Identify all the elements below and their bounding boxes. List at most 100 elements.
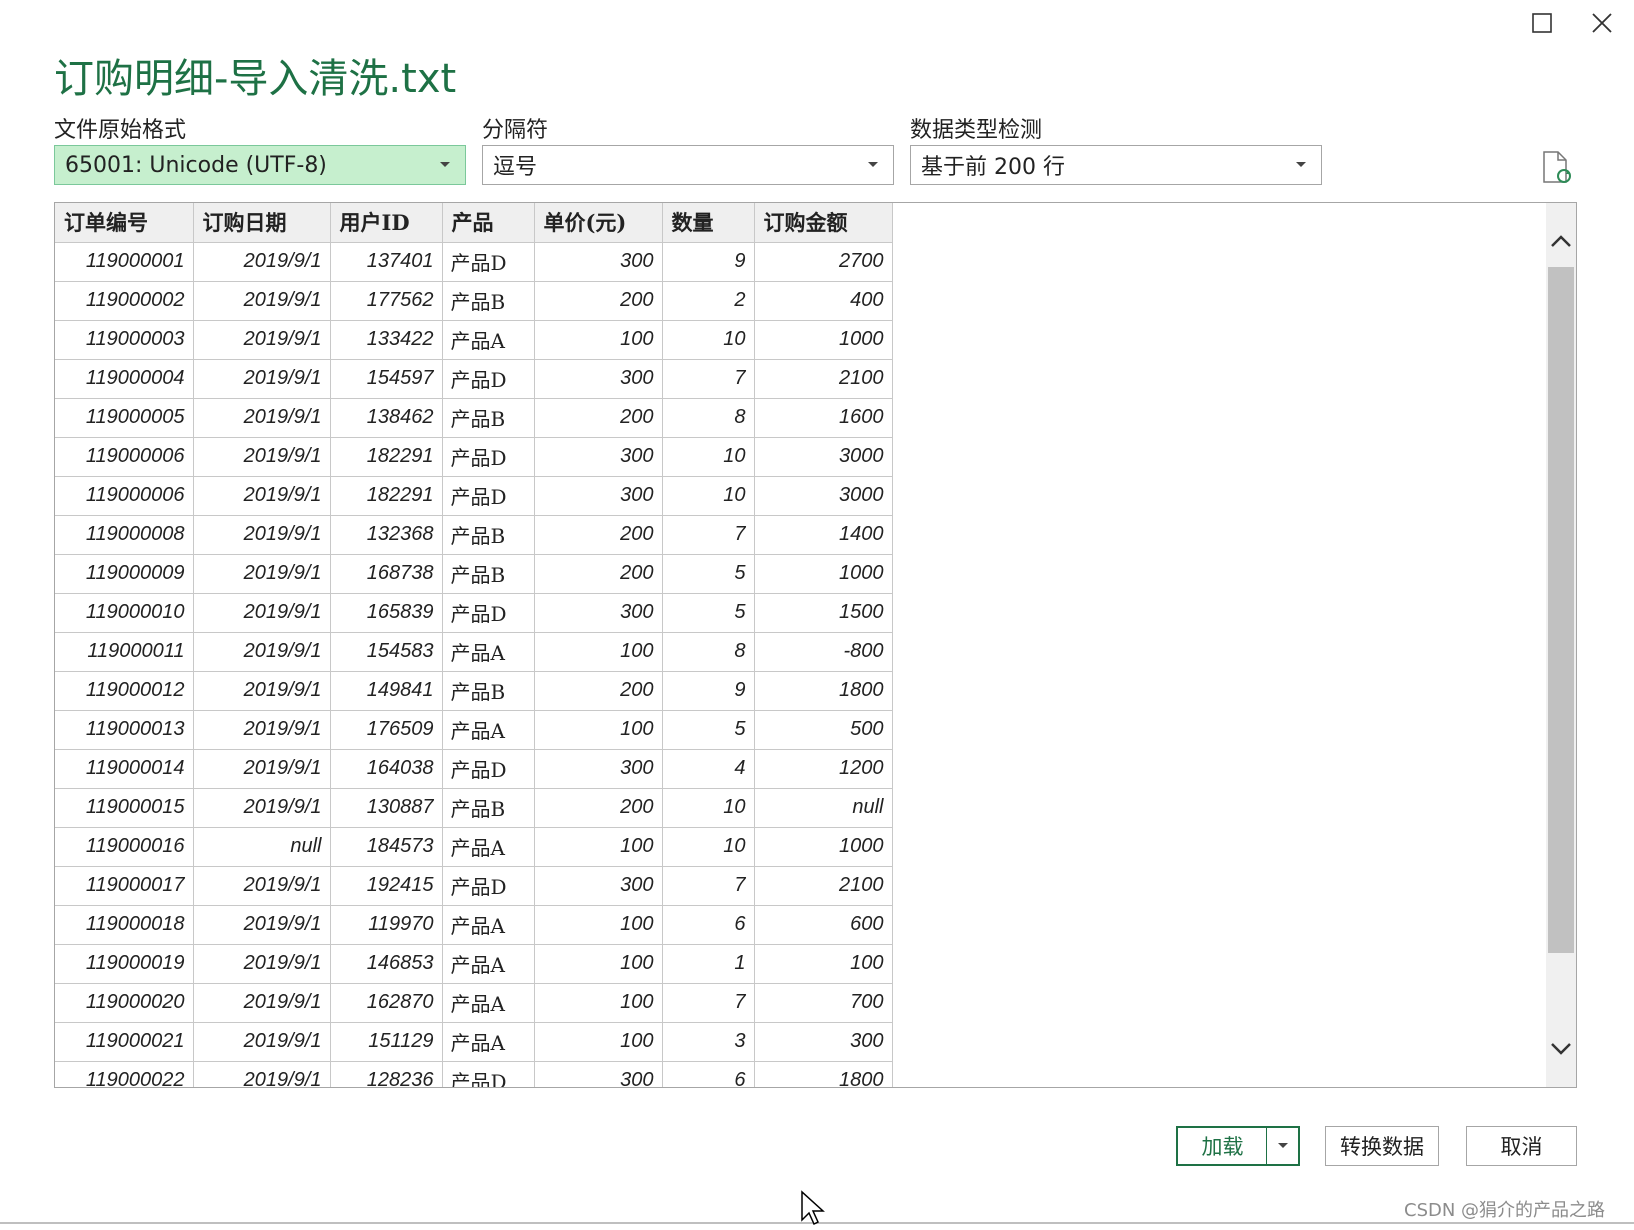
load-dropdown-button[interactable]: [1266, 1126, 1300, 1166]
table-cell: 2100: [754, 866, 893, 906]
table-cell: 2019/9/1: [193, 671, 331, 711]
table-cell: 100: [534, 1022, 663, 1062]
table-cell: 100: [534, 905, 663, 945]
table-cell: 6: [662, 1061, 755, 1087]
table-cell: 产品D: [442, 242, 535, 282]
table-cell: 119000013: [55, 710, 194, 750]
table-cell: 1: [662, 944, 755, 984]
table-row: 119000009 2019/9/1 168738 产品B 200 5 1000: [55, 554, 893, 594]
transform-data-button[interactable]: 转换数据: [1325, 1126, 1439, 1166]
file-origin-select[interactable]: 65001: Unicode (UTF-8): [54, 145, 466, 185]
table-cell: 5: [662, 710, 755, 750]
column-header[interactable]: 订购日期: [193, 203, 331, 243]
column-header[interactable]: 数量: [662, 203, 755, 243]
delimiter-select[interactable]: 逗号: [482, 145, 894, 185]
table-cell: 1000: [754, 827, 893, 867]
vertical-scrollbar[interactable]: [1546, 203, 1576, 1087]
table-cell: 133422: [330, 320, 443, 360]
type-detection-label: 数据类型检测: [910, 118, 1043, 143]
table-cell: 200: [534, 281, 663, 321]
table-cell: 600: [754, 905, 893, 945]
table-cell: 182291: [330, 437, 443, 477]
file-origin-value: 65001: Unicode (UTF-8): [65, 152, 327, 178]
watermark: CSDN @狷介的产品之路: [1404, 1200, 1606, 1221]
refresh-preview-button[interactable]: [1540, 150, 1574, 186]
table-cell: 200: [534, 515, 663, 555]
table-cell: 300: [534, 437, 663, 477]
scroll-thumb[interactable]: [1548, 267, 1574, 953]
table-cell: 产品B: [442, 515, 535, 555]
table-cell: 产品A: [442, 320, 535, 360]
table-row: 119000006 2019/9/1 182291 产品D 300 10 3000: [55, 437, 893, 477]
table-cell: 119000022: [55, 1061, 194, 1087]
table-row: 119000011 2019/9/1 154583 产品A 100 8 -800: [55, 632, 893, 672]
table-cell: 162870: [330, 983, 443, 1023]
table-cell: 700: [754, 983, 893, 1023]
chevron-down-icon: [425, 161, 465, 169]
table-cell: 4: [662, 749, 755, 789]
table-row: 119000017 2019/9/1 192415 产品D 300 7 2100: [55, 866, 893, 906]
load-button[interactable]: 加载: [1176, 1126, 1268, 1166]
type-detection-select[interactable]: 基于前 200 行: [910, 145, 1322, 185]
column-header[interactable]: 单价(元): [534, 203, 663, 243]
table-cell: 119000019: [55, 944, 194, 984]
table-cell: 8: [662, 632, 755, 672]
column-header[interactable]: 用户ID: [330, 203, 443, 243]
column-header[interactable]: 订购金额: [754, 203, 893, 243]
table-cell: 149841: [330, 671, 443, 711]
preview-grid[interactable]: 订单编号 订购日期 用户ID 产品 单价(元) 数量 订购金额 119000001 2019/…: [54, 202, 1577, 1088]
table-cell: 132368: [330, 515, 443, 555]
scroll-down-button[interactable]: [1546, 1029, 1576, 1069]
table-cell: 300: [534, 242, 663, 282]
table-cell: 2019/9/1: [193, 437, 331, 477]
table-cell: 产品D: [442, 437, 535, 477]
table-row: 119000008 2019/9/1 132368 产品B 200 7 1400: [55, 515, 893, 555]
dialog-title: 订购明细-导入清洗.txt: [54, 56, 457, 102]
scroll-up-button[interactable]: [1546, 221, 1576, 261]
table-cell: 2700: [754, 242, 893, 282]
table-cell: 146853: [330, 944, 443, 984]
table-cell: 2019/9/1: [193, 944, 331, 984]
table-cell: 100: [534, 710, 663, 750]
table-cell: 产品D: [442, 476, 535, 516]
table-cell: 200: [534, 671, 663, 711]
table-cell: 产品A: [442, 983, 535, 1023]
table-cell: -800: [754, 632, 893, 672]
table-cell: 9: [662, 242, 755, 282]
table-cell: 184573: [330, 827, 443, 867]
table-cell: 164038: [330, 749, 443, 789]
table-cell: 119000006: [55, 437, 194, 477]
column-header[interactable]: 订单编号: [55, 203, 194, 243]
chevron-down-icon: [853, 161, 893, 169]
table-cell: 400: [754, 281, 893, 321]
table-cell: 100: [534, 827, 663, 867]
table-cell: null: [754, 788, 893, 828]
table-cell: 300: [534, 476, 663, 516]
table-row: 119000012 2019/9/1 149841 产品B 200 9 1800: [55, 671, 893, 711]
close-icon: [1592, 13, 1612, 33]
table-cell: 7: [662, 515, 755, 555]
table-cell: 7: [662, 866, 755, 906]
table-cell: 2019/9/1: [193, 1061, 331, 1087]
table-cell: 1800: [754, 671, 893, 711]
table-cell: 119000014: [55, 749, 194, 789]
close-button[interactable]: [1582, 6, 1622, 40]
table-cell: 产品D: [442, 866, 535, 906]
cancel-button[interactable]: 取消: [1466, 1126, 1577, 1166]
maximize-button[interactable]: [1522, 6, 1562, 40]
table-cell: 2019/9/1: [193, 476, 331, 516]
table-cell: 119000012: [55, 671, 194, 711]
table-cell: 151129: [330, 1022, 443, 1062]
table-cell: 182291: [330, 476, 443, 516]
chevron-down-icon: [1551, 1043, 1571, 1055]
preview-table: 订单编号 订购日期 用户ID 产品 单价(元) 数量 订购金额 119000001 2019/…: [55, 203, 893, 1087]
column-header[interactable]: 产品: [442, 203, 535, 243]
table-cell: 138462: [330, 398, 443, 438]
table-cell: 119000005: [55, 398, 194, 438]
table-cell: 119970: [330, 905, 443, 945]
table-cell: 128236: [330, 1061, 443, 1087]
table-cell: 7: [662, 983, 755, 1023]
table-cell: 119000020: [55, 983, 194, 1023]
table-cell: 产品A: [442, 827, 535, 867]
table-cell: 产品B: [442, 554, 535, 594]
